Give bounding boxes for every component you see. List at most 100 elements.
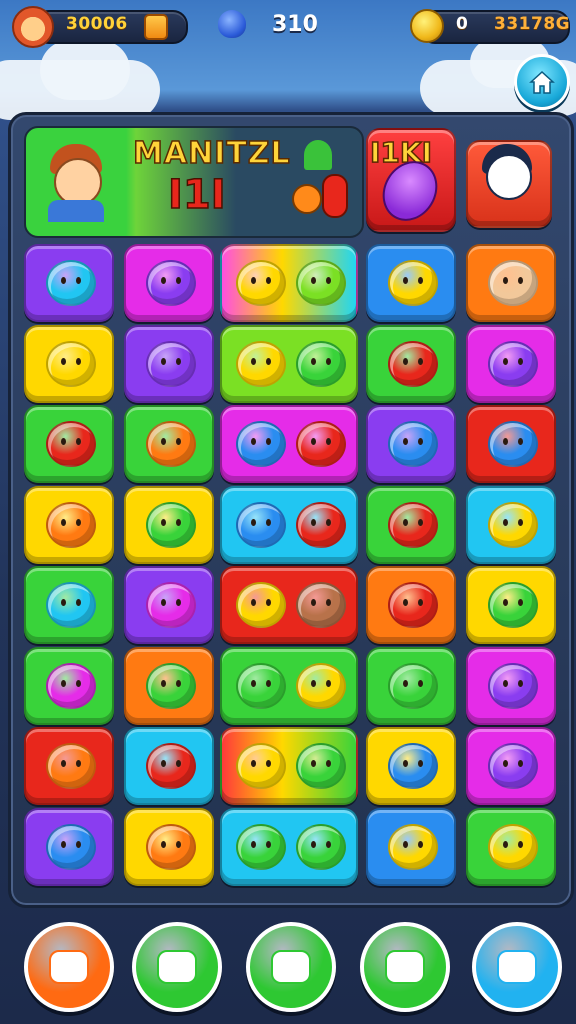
tool-button[interactable]	[24, 922, 114, 1012]
game-tile[interactable]	[366, 646, 456, 725]
game-tile[interactable]	[466, 485, 556, 564]
score-value: 30006	[66, 14, 128, 34]
game-tile[interactable]	[124, 727, 214, 805]
game-tile[interactable]	[24, 807, 114, 886]
candy-icon	[46, 662, 96, 709]
game-tile[interactable]	[220, 485, 358, 564]
game-tile[interactable]	[124, 646, 214, 725]
candy-icon	[388, 662, 438, 709]
game-tile[interactable]	[366, 485, 456, 564]
candy-icon	[236, 662, 286, 709]
candy-icon	[236, 501, 286, 548]
boost-button[interactable]	[472, 922, 562, 1012]
candy-icon	[488, 823, 538, 870]
game-tile[interactable]	[124, 566, 214, 644]
candy-icon	[296, 662, 346, 709]
candy-icon	[46, 501, 96, 548]
game-tile[interactable]	[466, 324, 556, 403]
candy-icon	[296, 501, 346, 548]
coins-value: 0	[456, 14, 469, 34]
game-tile[interactable]	[366, 566, 456, 644]
total-value: 33178G	[494, 14, 571, 34]
candy-icon	[46, 582, 96, 628]
candy-icon	[388, 340, 438, 387]
game-tile[interactable]	[466, 405, 556, 483]
flag-icon	[49, 950, 89, 984]
game-tile[interactable]	[366, 807, 456, 886]
shuffle-button[interactable]	[132, 922, 222, 1012]
game-tile[interactable]	[466, 807, 556, 886]
game-tile[interactable]	[366, 244, 456, 322]
game-tile[interactable]	[24, 244, 114, 322]
game-tile[interactable]	[124, 405, 214, 483]
candy-icon	[296, 421, 346, 467]
candy-icon	[46, 421, 96, 467]
home-button[interactable]	[514, 54, 570, 110]
candy-icon	[488, 340, 538, 387]
heart-icon	[271, 950, 311, 984]
candy-icon	[488, 582, 538, 628]
candy-icon	[296, 340, 346, 387]
candy-icon	[146, 260, 196, 306]
game-tile[interactable]	[466, 566, 556, 644]
candy-icon	[236, 582, 286, 628]
game-tile[interactable]	[24, 485, 114, 564]
candy-icon	[146, 421, 196, 467]
game-tile[interactable]	[124, 807, 214, 886]
coin-icon	[410, 9, 444, 43]
gem-icon	[144, 14, 168, 40]
game-tile[interactable]	[366, 324, 456, 403]
candy-icon	[488, 501, 538, 548]
star-icon	[157, 950, 197, 984]
game-tile[interactable]	[220, 324, 358, 403]
candy-icon	[488, 421, 538, 467]
banner-subtitle: I1I	[167, 171, 226, 219]
candy-icon	[236, 340, 286, 387]
game-tile[interactable]	[466, 244, 556, 322]
game-tile[interactable]	[366, 727, 456, 805]
candy-icon	[388, 260, 438, 306]
game-tile[interactable]	[24, 405, 114, 483]
game-tile[interactable]	[124, 324, 214, 403]
candy-icon	[388, 421, 438, 467]
candy-icon	[388, 582, 438, 628]
game-tile[interactable]	[220, 405, 358, 483]
candy-icon	[46, 743, 96, 789]
candy-icon	[236, 260, 286, 306]
game-tile[interactable]	[124, 485, 214, 564]
game-tile[interactable]	[124, 244, 214, 322]
candy-icon	[296, 743, 346, 789]
fruit-cluster-icon	[282, 140, 352, 226]
banner-title: MANITZL	[132, 135, 291, 172]
candy-icon	[46, 340, 96, 387]
game-tile[interactable]	[466, 646, 556, 725]
candy-icon	[388, 823, 438, 870]
candy-icon	[236, 743, 286, 789]
game-tile[interactable]	[24, 646, 114, 725]
game-tile[interactable]	[24, 324, 114, 403]
candy-icon	[146, 743, 196, 789]
game-tile[interactable]	[220, 807, 358, 886]
hint-button[interactable]	[246, 922, 336, 1012]
candy-icon	[236, 823, 286, 870]
game-tile[interactable]	[24, 727, 114, 805]
home-icon	[529, 70, 555, 94]
puzzle-icon	[497, 950, 537, 984]
game-tile[interactable]	[220, 566, 358, 644]
game-tile[interactable]	[366, 405, 456, 483]
blue-candy-icon	[218, 10, 246, 38]
candy-icon	[388, 743, 438, 789]
moves-value: 310	[272, 12, 318, 37]
game-tile[interactable]	[466, 727, 556, 805]
character-portrait	[40, 138, 114, 222]
candy-icon	[296, 260, 346, 306]
game-tile[interactable]	[220, 244, 358, 322]
game-tile[interactable]	[220, 646, 358, 725]
player-avatar-icon[interactable]	[12, 6, 54, 48]
candy-icon	[146, 662, 196, 709]
game-tile[interactable]	[24, 566, 114, 644]
candy-icon	[296, 823, 346, 870]
game-tile[interactable]	[220, 727, 358, 805]
avatar	[478, 142, 536, 202]
chat-button[interactable]	[360, 922, 450, 1012]
